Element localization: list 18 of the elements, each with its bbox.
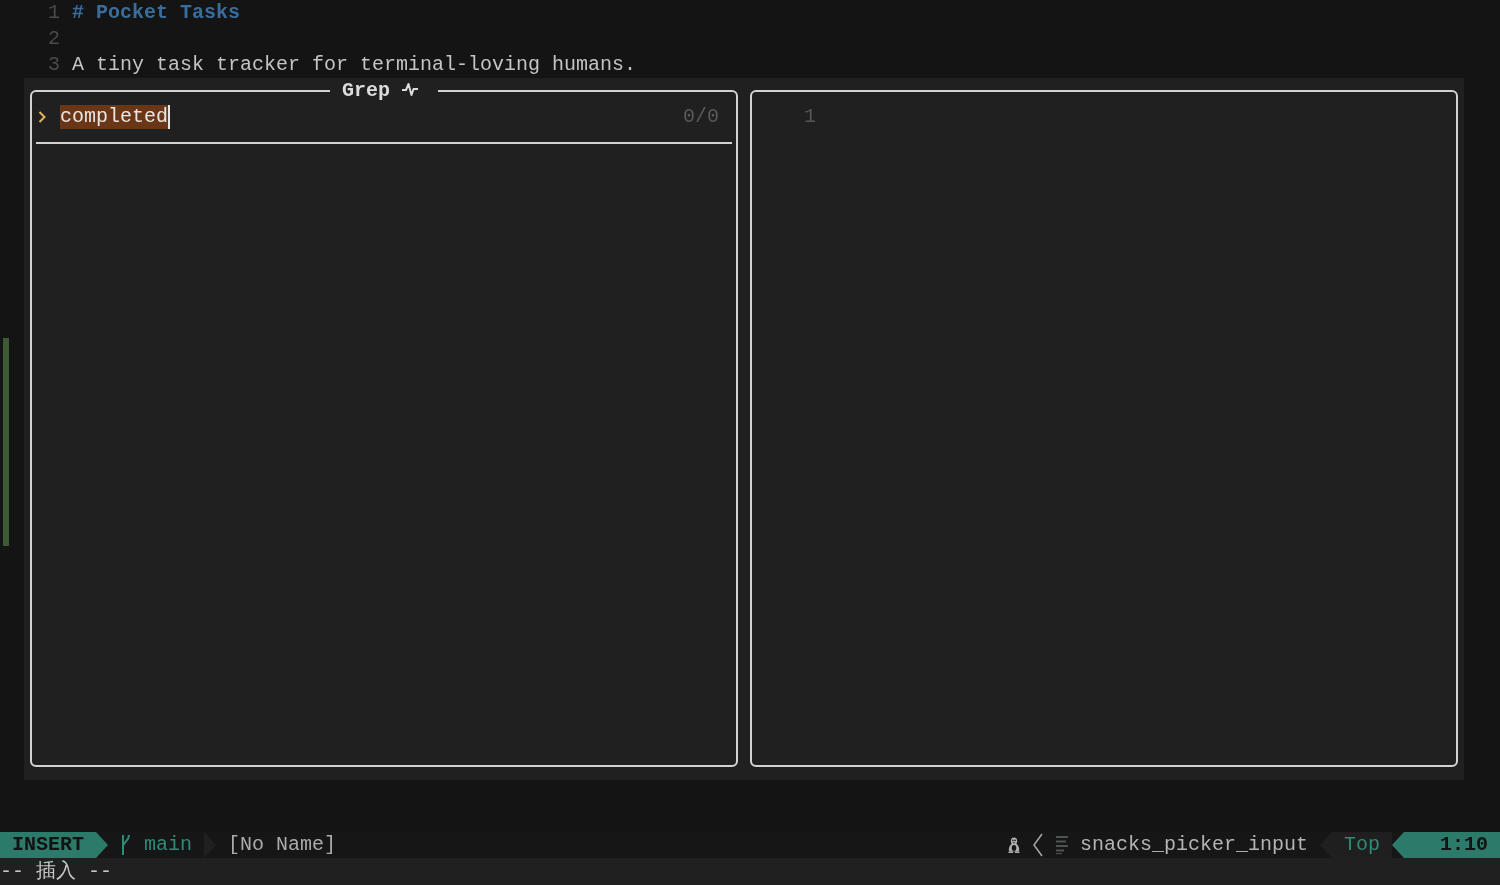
lines-icon (1055, 836, 1068, 854)
file-type: snacks_picker_input (1079, 832, 1308, 858)
cursor-position: 1:10 (1392, 832, 1500, 858)
search-field[interactable]: completed (60, 104, 683, 130)
mode-indicator: INSERT (0, 832, 108, 858)
branch-name: main (144, 832, 193, 858)
mode-message: -- 插入 -- (0, 860, 112, 883)
file-name: [No Name] (228, 832, 337, 858)
match-count: 0/0 (683, 104, 719, 130)
heading-text: # Pocket Tasks (72, 0, 241, 26)
scroll-position: Top (1319, 832, 1392, 858)
pulse-icon (402, 81, 418, 96)
chevron-icon (38, 111, 46, 123)
git-branch-icon (120, 835, 132, 855)
pane-title: Grep (342, 79, 390, 102)
chevron-left-icon (1031, 833, 1044, 857)
paragraph-text: A tiny task tracker for terminal-loving humans. (72, 52, 637, 78)
penguin-icon (1007, 837, 1020, 853)
